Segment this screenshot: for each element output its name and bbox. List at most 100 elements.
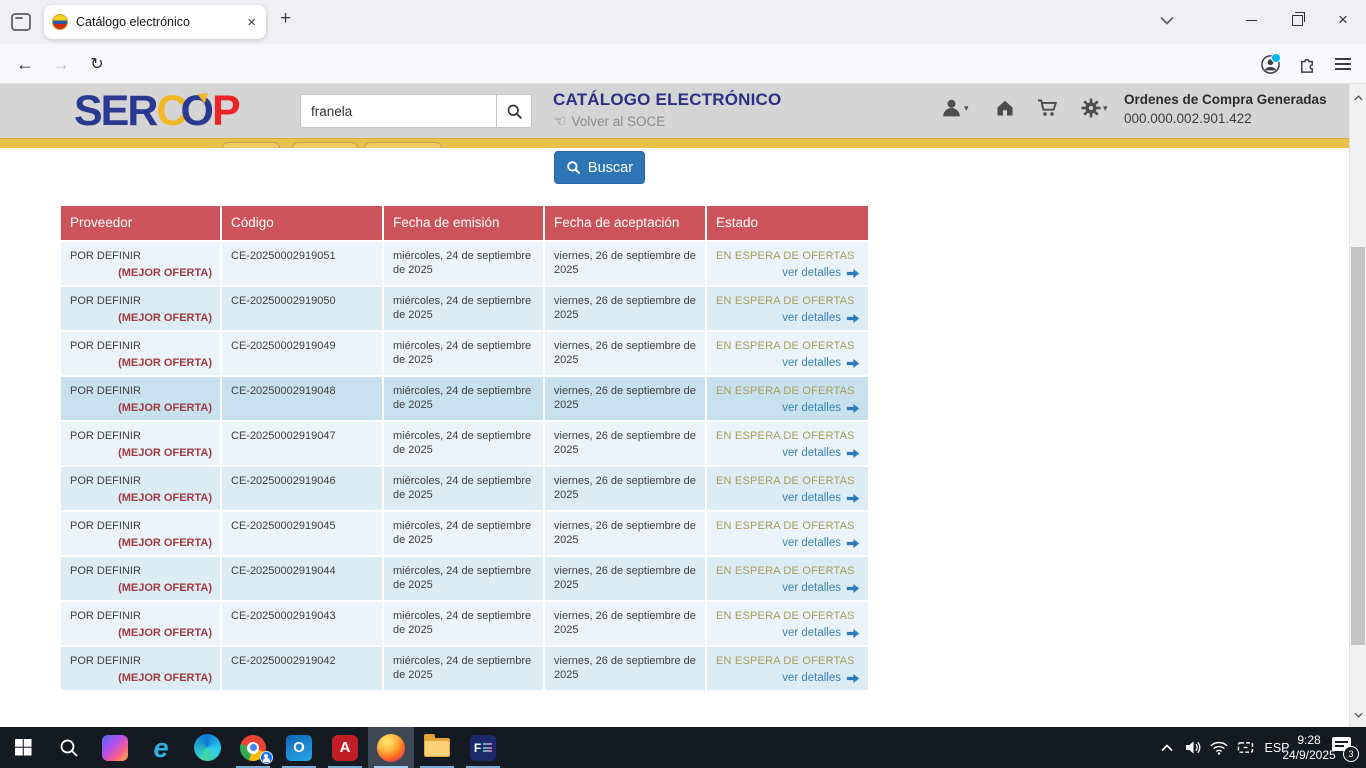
notification-center-icon[interactable]: 3 bbox=[1322, 727, 1366, 768]
firefox-icon[interactable] bbox=[368, 727, 414, 768]
user-menu-icon[interactable]: ▾ bbox=[941, 98, 969, 118]
ver-detalles-link[interactable]: ver detalles bbox=[782, 581, 841, 595]
outlook-icon[interactable]: O bbox=[276, 727, 322, 768]
file-explorer-icon[interactable] bbox=[414, 727, 460, 768]
cell-fecha-emision: miércoles, 24 de septiembre de 2025 bbox=[384, 467, 545, 510]
start-button[interactable] bbox=[0, 727, 46, 768]
arrow-right-icon bbox=[846, 583, 860, 594]
cart-icon[interactable] bbox=[1037, 98, 1059, 118]
scrollbar-thumb[interactable] bbox=[1351, 247, 1365, 645]
cell-codigo: CE-20250002919047 bbox=[222, 422, 384, 465]
account-icon[interactable] bbox=[1252, 44, 1288, 84]
status-text: EN ESPERA DE OFERTAS bbox=[716, 294, 860, 308]
provider-text: POR DEFINIR bbox=[70, 429, 212, 443]
tab-title: Catálogo electrónico bbox=[76, 15, 245, 29]
hamburger-menu-icon[interactable] bbox=[1326, 44, 1360, 84]
edge-icon[interactable] bbox=[184, 727, 230, 768]
mejor-oferta-text: (MEJOR OFERTA) bbox=[70, 671, 212, 685]
table-row: POR DEFINIR (MEJOR OFERTA) CE-2025000291… bbox=[61, 242, 868, 285]
cell-estado: EN ESPERA DE OFERTAS ver detalles bbox=[707, 332, 868, 375]
volume-icon[interactable] bbox=[1180, 727, 1206, 768]
ver-detalles-link[interactable]: ver detalles bbox=[782, 491, 841, 505]
scroll-up-icon[interactable] bbox=[1350, 90, 1366, 106]
scroll-down-icon[interactable] bbox=[1350, 707, 1366, 723]
search-icon bbox=[506, 103, 523, 120]
orders-summary: Ordenes de Compra Generadas 000.000.002.… bbox=[1124, 90, 1339, 128]
ver-detalles-link[interactable]: ver detalles bbox=[782, 536, 841, 550]
ver-detalles-link[interactable]: ver detalles bbox=[782, 401, 841, 415]
settings-gear-icon[interactable]: ▾ bbox=[1081, 98, 1108, 118]
chrome-icon[interactable] bbox=[230, 727, 276, 768]
catalog-search-button[interactable] bbox=[496, 94, 532, 128]
browser-titlebar: Catálogo electrónico × + × bbox=[0, 0, 1366, 44]
copilot-icon[interactable] bbox=[92, 727, 138, 768]
table-header-row: Proveedor Código Fecha de emisión Fecha … bbox=[61, 206, 868, 240]
clock[interactable]: 9:28 24/9/2025 bbox=[1296, 727, 1322, 768]
ver-detalles-link[interactable]: ver detalles bbox=[782, 356, 841, 370]
buscar-button[interactable]: Buscar bbox=[554, 151, 645, 184]
extensions-puzzle-icon[interactable] bbox=[1290, 44, 1324, 84]
cell-fecha-aceptacion: viernes, 26 de septiembre de 2025 bbox=[545, 512, 707, 555]
catalog-search bbox=[300, 94, 532, 128]
sercop-logo: SERCOP bbox=[74, 86, 239, 136]
new-tab-button[interactable]: + bbox=[280, 8, 291, 30]
status-text: EN ESPERA DE OFERTAS bbox=[716, 474, 860, 488]
desktop-screen: Catálogo electrónico × + × ← → ↻ catalog… bbox=[0, 0, 1366, 768]
status-text: EN ESPERA DE OFERTAS bbox=[716, 609, 860, 623]
minimize-button[interactable] bbox=[1228, 0, 1274, 40]
internet-explorer-icon[interactable]: e bbox=[138, 727, 184, 768]
status-text: EN ESPERA DE OFERTAS bbox=[716, 429, 860, 443]
cell-proveedor: POR DEFINIR (MEJOR OFERTA) bbox=[61, 242, 222, 285]
cell-estado: EN ESPERA DE OFERTAS ver detalles bbox=[707, 602, 868, 645]
ver-detalles-link[interactable]: ver detalles bbox=[782, 626, 841, 640]
mejor-oferta-text: (MEJOR OFERTA) bbox=[70, 311, 212, 325]
buscar-label: Buscar bbox=[588, 160, 633, 176]
orders-table: Proveedor Código Fecha de emisión Fecha … bbox=[61, 206, 868, 692]
cell-fecha-aceptacion: viernes, 26 de septiembre de 2025 bbox=[545, 242, 707, 285]
tab-close-icon[interactable]: × bbox=[245, 14, 258, 31]
page-scrollbar[interactable] bbox=[1349, 84, 1366, 727]
cell-estado: EN ESPERA DE OFERTAS ver detalles bbox=[707, 557, 868, 600]
tab-list-chevron-icon[interactable] bbox=[1152, 0, 1182, 40]
fesc-app-icon[interactable]: F bbox=[460, 727, 506, 768]
back-button[interactable]: ← bbox=[8, 44, 42, 84]
wifi-icon[interactable] bbox=[1206, 727, 1232, 768]
arrow-right-icon bbox=[846, 403, 860, 414]
cell-proveedor: POR DEFINIR (MEJOR OFERTA) bbox=[61, 647, 222, 690]
sercop-header: SERCOP CATÁLOGO ELECTRÓNICO ☜ Volver al … bbox=[0, 84, 1366, 138]
column-header-fecha-aceptacion: Fecha de aceptación bbox=[545, 206, 707, 240]
status-text: EN ESPERA DE OFERTAS bbox=[716, 564, 860, 578]
volver-al-soce-link[interactable]: ☜ Volver al SOCE bbox=[553, 112, 665, 130]
cell-fecha-aceptacion: viernes, 26 de septiembre de 2025 bbox=[545, 332, 707, 375]
ver-detalles-link[interactable]: ver detalles bbox=[782, 446, 841, 460]
browser-tab[interactable]: Catálogo electrónico × bbox=[44, 5, 266, 39]
acrobat-icon[interactable]: A bbox=[322, 727, 368, 768]
status-text: EN ESPERA DE OFERTAS bbox=[716, 249, 860, 263]
ver-detalles-link[interactable]: ver detalles bbox=[782, 671, 841, 685]
provider-text: POR DEFINIR bbox=[70, 249, 212, 263]
ver-detalles-link[interactable]: ver detalles bbox=[782, 311, 841, 325]
arrow-right-icon bbox=[846, 493, 860, 504]
display-connect-icon[interactable] bbox=[1232, 727, 1258, 768]
taskbar-search-icon[interactable] bbox=[46, 727, 92, 768]
column-header-fecha-emision: Fecha de emisión bbox=[384, 206, 545, 240]
chrome-profile-badge bbox=[260, 751, 273, 764]
mejor-oferta-text: (MEJOR OFERTA) bbox=[70, 266, 212, 280]
restore-button[interactable] bbox=[1274, 0, 1320, 40]
cell-estado: EN ESPERA DE OFERTAS ver detalles bbox=[707, 647, 868, 690]
status-text: EN ESPERA DE OFERTAS bbox=[716, 384, 860, 398]
cell-fecha-emision: miércoles, 24 de septiembre de 2025 bbox=[384, 557, 545, 600]
firefox-view-icon[interactable] bbox=[9, 10, 33, 34]
cell-proveedor: POR DEFINIR (MEJOR OFERTA) bbox=[61, 467, 222, 510]
catalog-search-input[interactable] bbox=[300, 94, 496, 128]
cell-estado: EN ESPERA DE OFERTAS ver detalles bbox=[707, 422, 868, 465]
ver-detalles-link[interactable]: ver detalles bbox=[782, 266, 841, 280]
cell-proveedor: POR DEFINIR (MEJOR OFERTA) bbox=[61, 422, 222, 465]
table-row: POR DEFINIR (MEJOR OFERTA) CE-2025000291… bbox=[61, 422, 868, 465]
tray-chevron-up-icon[interactable] bbox=[1154, 727, 1180, 768]
cell-proveedor: POR DEFINIR (MEJOR OFERTA) bbox=[61, 332, 222, 375]
reload-button[interactable]: ↻ bbox=[80, 44, 114, 84]
logo-p: P bbox=[212, 87, 239, 135]
home-icon[interactable] bbox=[995, 98, 1015, 118]
window-close-button[interactable]: × bbox=[1320, 0, 1366, 40]
